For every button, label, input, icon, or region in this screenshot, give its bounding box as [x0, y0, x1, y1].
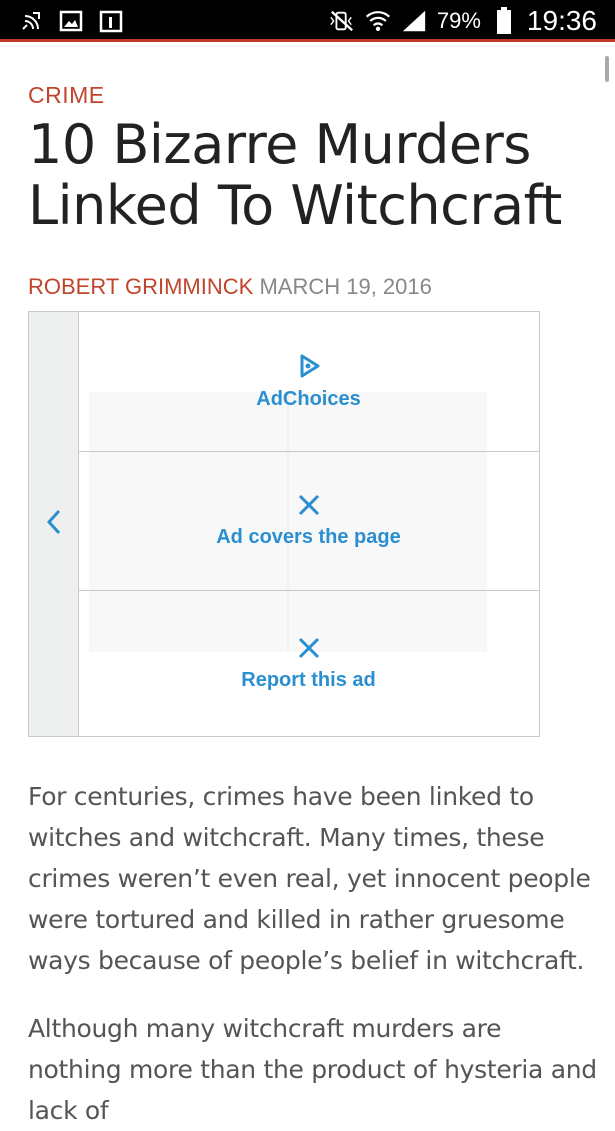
adchoices-icon — [297, 353, 321, 384]
ad-covers-page-option[interactable]: Ad covers the page — [78, 452, 539, 591]
chevron-left-icon — [45, 508, 63, 541]
calendar-icon — [98, 8, 124, 34]
clock: 19:36 — [526, 5, 597, 36]
adchoices-label: AdChoices — [256, 387, 361, 410]
byline: ROBERT GRIMMINCK MARCH 19, 2016 — [28, 274, 432, 300]
wifi-icon — [365, 8, 391, 34]
close-icon — [297, 636, 321, 665]
gallery-icon — [58, 8, 84, 34]
signal-icon — [401, 8, 427, 34]
ad-covers-page-label: Ad covers the page — [216, 526, 401, 548]
publish-date: MARCH 19, 2016 — [259, 274, 432, 299]
close-icon — [297, 493, 321, 522]
status-bar: 79% 19:36 — [0, 0, 615, 42]
battery-icon — [491, 7, 517, 34]
article-category[interactable]: CRIME — [28, 82, 105, 109]
scrollbar[interactable] — [605, 56, 609, 82]
wifi-call-icon — [18, 8, 44, 34]
mute-icon — [329, 8, 355, 34]
ad-back-button[interactable] — [29, 312, 79, 736]
article-paragraph: For centuries, crimes have been linked t… — [28, 782, 591, 975]
adchoices-option[interactable]: AdChoices — [78, 312, 539, 452]
author-link[interactable]: ROBERT GRIMMINCK — [28, 274, 253, 299]
report-ad-option[interactable]: Report this ad — [78, 591, 539, 736]
ad-feedback-panel: AdChoices Ad covers the page Report this… — [28, 311, 540, 737]
article-title: 10 Bizarre Murders Linked To Witchcraft — [28, 113, 562, 237]
report-ad-label: Report this ad — [241, 668, 376, 691]
battery-percent: 79% — [436, 8, 481, 33]
article-paragraph: Although many witchcraft murders are not… — [28, 1014, 597, 1125]
